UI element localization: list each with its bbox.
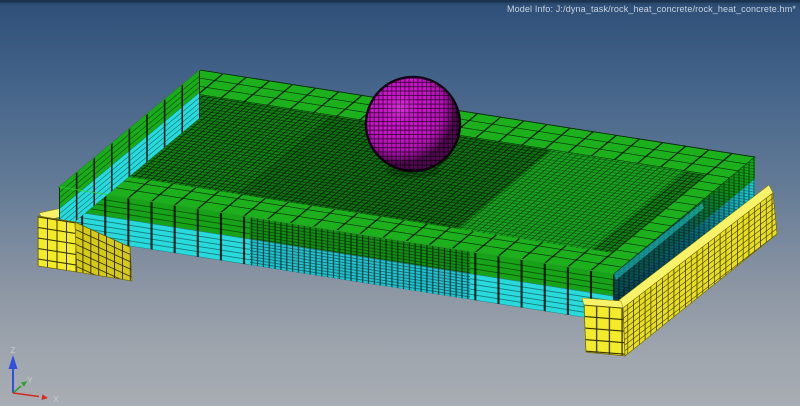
support-left-end-face[interactable]	[37, 215, 78, 273]
z-axis-label: Z	[10, 345, 15, 355]
impactor-sphere[interactable]	[364, 75, 462, 173]
viewport-top-edge	[0, 0, 800, 3]
x-axis-label: X	[53, 394, 59, 404]
support-right-end-face[interactable]	[583, 304, 626, 357]
y-axis-label: Y	[27, 375, 33, 385]
cad-viewport[interactable]: Z Y X Model Info: J:/dyna_task/rock_heat…	[0, 0, 800, 406]
model-canvas[interactable]: Z Y X Model Info: J:/dyna_task/rock_heat…	[0, 0, 800, 406]
model-info-text: Model Info: J:/dyna_task/rock_heat_concr…	[507, 4, 796, 14]
impactor-sphere-shading	[366, 77, 460, 171]
